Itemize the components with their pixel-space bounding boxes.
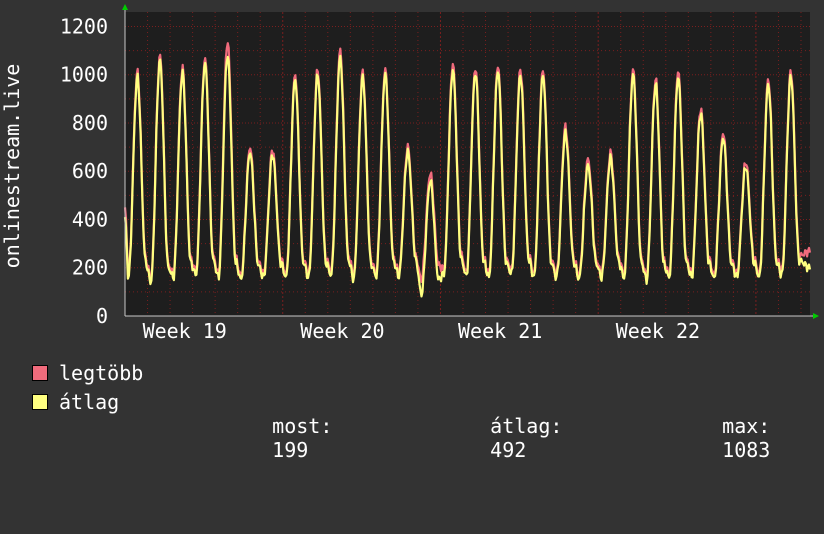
y-tick-label: 1000 <box>60 63 108 87</box>
x-tick-label: Week 19 <box>143 319 227 343</box>
x-axis-arrow <box>813 313 819 319</box>
stat-average: átlag: 492 <box>442 390 562 486</box>
legend-item-max: legtöbb <box>32 361 143 385</box>
stat-current-label: most: <box>272 414 333 438</box>
stat-current-value: 199 <box>272 438 309 462</box>
y-tick-label: 200 <box>72 256 108 280</box>
stat-current: most: 199 <box>224 390 332 486</box>
y-tick-label: 400 <box>72 207 108 231</box>
legend-swatch-max <box>32 365 48 381</box>
stat-max-value: 1083 <box>722 438 771 462</box>
stat-average-value: 492 <box>490 438 527 462</box>
x-tick-label: Week 20 <box>300 319 384 343</box>
chart: 0 200 400 600 800 1000 1200 Week 19 Week 20 Week … <box>0 4 819 343</box>
y-tick-label: 1200 <box>60 14 108 38</box>
legend-label-avg: átlag <box>59 390 120 414</box>
stat-max: max: 1083 <box>674 390 770 486</box>
y-axis-label: onlinestream.live <box>0 64 24 269</box>
stat-max-label: max: <box>722 414 771 438</box>
y-axis-arrow <box>122 4 128 10</box>
y-tick-label: 0 <box>96 304 108 328</box>
stat-average-label: átlag: <box>490 414 563 438</box>
y-tick-label: 800 <box>72 111 108 135</box>
legend-item-avg: átlag most: 199 átlag: 492 max: 1083 <box>32 390 770 462</box>
x-tick-label: Week 22 <box>616 319 700 343</box>
legend-swatch-avg <box>32 394 48 410</box>
legend-label-max: legtöbb <box>59 361 144 385</box>
y-tick-label: 600 <box>72 159 108 183</box>
x-tick-label: Week 21 <box>458 319 542 343</box>
